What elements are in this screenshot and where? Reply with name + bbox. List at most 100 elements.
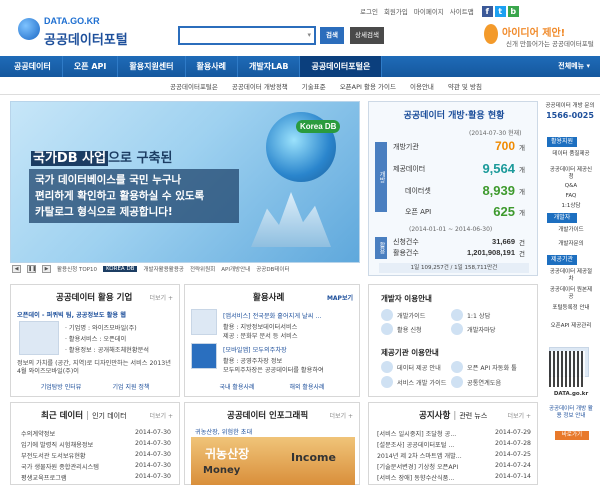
provider-link[interactable]: 서비스 개발 가이드 [397, 378, 446, 387]
stat-row: 개방기관 700 개 [393, 139, 525, 153]
guide-link[interactable]: 1:1 상담 [467, 311, 490, 320]
notice-item[interactable]: 2014년 제 2차 스마트앱 개발... [377, 451, 462, 460]
banner-tab[interactable]: 개발자활용활용공 [143, 265, 183, 273]
stat-row: 제공데이터 9,564 개 [393, 161, 525, 176]
subnav-item[interactable]: 오픈API 활용 가이드 [340, 81, 396, 91]
side-link[interactable]: 포털등록정 안내 [549, 305, 593, 312]
twitter-icon[interactable]: t [494, 6, 506, 17]
nav-dev-lab[interactable]: 개발자LAB [238, 56, 301, 77]
all-menu-button[interactable]: 전체메뉴 ▾ [558, 56, 590, 77]
nav-about[interactable]: 공공데이터포털은 [300, 56, 383, 77]
main-banner[interactable]: Korea DB 국가DB 사업 으로 구축된 국가 데이터베이스를 국민 누구나… [10, 101, 360, 263]
case-title[interactable]: [앱서비스] 전국문화 흩어지게 날씨 ... [223, 311, 321, 320]
side-link[interactable]: 공공데이터 제공절차 [549, 269, 593, 283]
banner-tab-active[interactable]: KOREA DB [103, 265, 138, 272]
advanced-search-button[interactable]: 상세검색 [350, 27, 384, 44]
search-dropdown-icon[interactable]: ▾ [307, 31, 311, 39]
stat-row: 오픈 API 625 개 [405, 204, 525, 219]
side-link[interactable]: 공공데이터 제공신청 [549, 167, 593, 181]
case-thumb[interactable] [191, 343, 217, 369]
subnav-item[interactable]: 기술표준 [302, 81, 326, 91]
banner-tab[interactable]: 공공DB테이터 [256, 265, 289, 273]
blog-icon[interactable]: b [507, 6, 519, 17]
overseas-case-button[interactable]: 해외 활용사례 [277, 383, 337, 393]
facebook-icon[interactable]: f [481, 6, 493, 17]
company-headline[interactable]: 오픈데이 - 퍼퀴빅 팀, 공공정보도 활용 웹 [17, 310, 126, 319]
side-link[interactable]: FAQ [549, 193, 593, 200]
mypage-link[interactable]: 마이페이지 [414, 6, 444, 17]
promo-go-button[interactable]: 바로가기 [555, 431, 589, 440]
side-head-developer: 개발자 [547, 213, 577, 223]
more-link[interactable]: 더보기 + [330, 411, 354, 420]
pause-icon[interactable]: ❚❚ [27, 264, 36, 273]
case-info: 제공 : 문화부 문서 등 서비스 [223, 333, 298, 340]
nav-open-api[interactable]: 오픈 API [63, 56, 119, 77]
subnav-item[interactable]: 약관 및 방침 [448, 81, 482, 91]
provider-link[interactable]: 공통연계도음 [467, 378, 501, 387]
policy-button[interactable]: 기업 지원 정책 [101, 383, 161, 393]
guide-link[interactable]: 개발자마당 [467, 325, 495, 334]
recent-item[interactable]: 부전도서관 도서보유현황 [21, 451, 86, 460]
case-title[interactable]: [모바일앱] 모두의주차장 [223, 345, 287, 354]
provider-title: 제공기관 이용안내 [381, 348, 439, 357]
call-label: 공공데이터 개방 문의 [545, 103, 595, 109]
recent-item[interactable]: 평생교육프로그램 [21, 473, 67, 482]
side-head-support: 활용지원 [547, 137, 577, 147]
recent-item[interactable]: 국가 생물자원 종합관리시스템 [21, 462, 99, 471]
nav-support-center[interactable]: 활용지원센터 [118, 56, 186, 77]
map-view-link[interactable]: MAP보기 [327, 293, 353, 302]
subnav-item[interactable]: 이용안내 [410, 81, 434, 91]
nav-use-cases[interactable]: 활용사례 [186, 56, 238, 77]
recent-item[interactable]: 수의계약정보 [21, 429, 55, 438]
stat-row: 데이터셋 8,939 개 [405, 183, 525, 198]
side-link[interactable]: 1:1상담 [549, 203, 593, 210]
prev-icon[interactable]: ◀ [12, 264, 21, 273]
lightbulb-icon [484, 24, 498, 44]
notice-tab[interactable]: 공지사항 | 관련 뉴스 [419, 409, 487, 421]
subnav-item[interactable]: 공공데이터 개방정책 [232, 81, 288, 91]
recent-tab[interactable]: 최근 데이터 | 인기 데이터 [41, 409, 127, 421]
guide-link[interactable]: 개발가이드 [397, 311, 425, 320]
side-link[interactable]: 데이터 품질제공 [549, 151, 593, 158]
side-link[interactable]: 개발자문의 [549, 241, 593, 248]
search-button[interactable]: 검색 [320, 27, 344, 44]
notice-item[interactable]: [설문조사] 공공데이터포털 ... [377, 440, 454, 449]
more-link[interactable]: 더보기 + [150, 411, 174, 420]
apply-icon [381, 323, 393, 335]
guide-panel: 개발자 이용안내 개발가이드 1:1 상담 활용 신청 개발자마당 제공기관 이… [368, 284, 538, 397]
search-input[interactable] [180, 28, 298, 43]
sitemap-link[interactable]: 사이트맵 [450, 6, 474, 17]
infographic-panel: 공공데이터 인포그래픽 더보기 + 귀농산장, 위험한 초대 귀농산장 Mone… [184, 402, 360, 485]
domestic-case-button[interactable]: 국내 활용사례 [207, 383, 267, 393]
provider-link[interactable]: 오픈 API 자동화 툴 [467, 363, 517, 372]
notice-item[interactable]: [기술문서변경] 기상청 오픈API [377, 462, 458, 471]
side-link[interactable]: 오픈API 제공관리 [549, 323, 593, 330]
side-link[interactable]: Q&A [549, 183, 593, 190]
interview-button[interactable]: 기업탐방 인터뷰 [31, 383, 91, 393]
infographic-caption[interactable]: 귀농산장, 위험한 초대 [195, 427, 252, 436]
use-company-panel: 공공데이터 활용 기업 더보기 + 오픈데이 - 퍼퀴빅 팀, 공공정보도 활용… [10, 284, 180, 397]
provider-link[interactable]: 데이터 제공 안내 [397, 363, 441, 372]
infographic-image[interactable]: 귀농산장 Money Income [191, 437, 355, 485]
side-link[interactable]: 개발가이드 [549, 227, 593, 234]
banner-tab[interactable]: API개방안내 [221, 265, 250, 273]
side-link[interactable]: 공공데이터 원본제공 [549, 287, 593, 301]
recent-item[interactable]: 입기에 발령직 시험채용정보 [21, 440, 93, 449]
more-link[interactable]: 더보기 + [150, 293, 174, 302]
site-logo[interactable]: DATA.GO.KR 공공데이터포털 [18, 12, 138, 52]
subnav-item[interactable]: 공공데이터포털은 [170, 81, 218, 91]
notice-item[interactable]: [서비스 장애] 동향수산식품... [377, 473, 454, 482]
more-link[interactable]: 더보기 + [508, 411, 532, 420]
idea-banner[interactable]: 아이디어 제안! 신개 만들어가는 공공데이터포털 [484, 22, 594, 52]
stats-date: (2014-07-30 현재) [469, 130, 522, 137]
nav-public-data[interactable]: 공공데이터 [0, 56, 63, 77]
guide-link[interactable]: 활용 신청 [397, 325, 422, 334]
signup-link[interactable]: 회원가입 [384, 6, 408, 17]
case-thumb[interactable] [191, 309, 217, 335]
banner-tab[interactable]: 전략위원회 [190, 265, 215, 273]
notice-item[interactable]: [서비스 일시중지] 조달청 공... [377, 429, 456, 438]
banner-tab[interactable]: 활용신청 TOP10 [57, 265, 97, 273]
next-icon[interactable]: ▶ [42, 264, 51, 273]
login-link[interactable]: 로그인 [360, 6, 378, 17]
company-photo [19, 321, 59, 355]
